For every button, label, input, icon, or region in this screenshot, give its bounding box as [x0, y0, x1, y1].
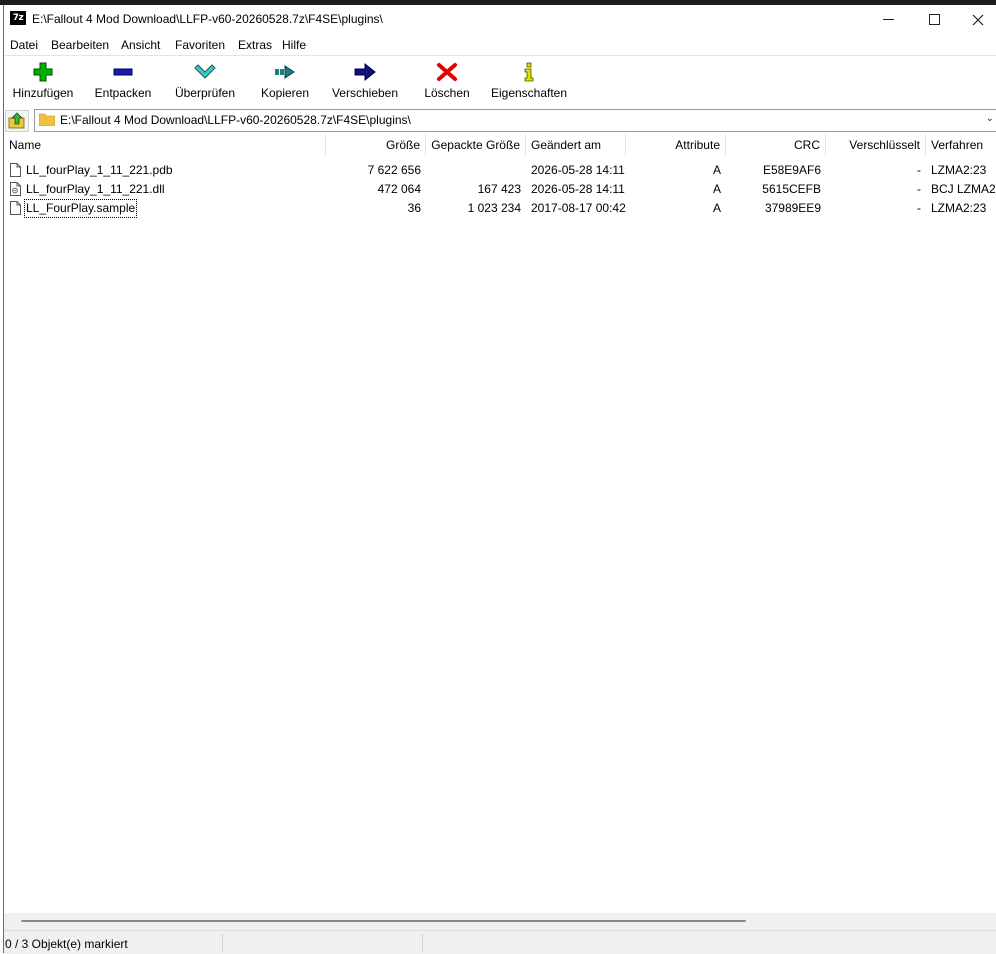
- move-arrow-icon: [354, 62, 376, 82]
- check-chevron-icon: [194, 64, 216, 79]
- cell-size: 472 064: [377, 182, 421, 196]
- cell-method: BCJ LZMA2:23: [931, 182, 996, 196]
- menu-favoriten[interactable]: Favoriten: [175, 38, 225, 52]
- cell-modified: 2026-05-28 14:11: [531, 182, 625, 196]
- column-header-modified[interactable]: Geändert am: [526, 134, 626, 156]
- menu-datei[interactable]: Datei: [10, 38, 38, 52]
- column-header-method[interactable]: Verfahren: [926, 134, 996, 156]
- cell-attributes: A: [712, 163, 721, 177]
- column-header-packed-size[interactable]: Gepackte Größe: [426, 134, 526, 156]
- menu-bearbeiten[interactable]: Bearbeiten: [51, 38, 109, 52]
- minimize-icon: [882, 19, 894, 20]
- scrollbar-thumb[interactable]: [21, 920, 746, 922]
- cell-packed-size: 1 023 234: [467, 201, 521, 215]
- cell-crc: E58E9AF6: [762, 163, 821, 177]
- cell-packed-size: 167 423: [477, 182, 521, 196]
- cell-name: LL_fourPlay_1_11_221.dll: [4, 180, 326, 199]
- address-field[interactable]: E:\Fallout 4 Mod Download\LLFP-v60-20260…: [34, 109, 996, 132]
- up-folder-button[interactable]: [5, 110, 29, 132]
- delete-label: Löschen: [424, 86, 470, 100]
- minus-icon: [113, 68, 133, 76]
- status-divider: [222, 934, 223, 952]
- copy-arrow-icon: [275, 65, 295, 79]
- file-name: LL_fourPlay_1_11_221.dll: [26, 182, 165, 196]
- menu-hilfe[interactable]: Hilfe: [282, 38, 306, 52]
- file-icon: [10, 201, 21, 215]
- delete-x-icon: [437, 63, 457, 81]
- menu-extras[interactable]: Extras: [238, 38, 272, 52]
- extract-button[interactable]: Entpacken: [88, 56, 158, 108]
- column-header-crc[interactable]: CRC: [726, 134, 826, 156]
- cell-method: LZMA2:23: [931, 163, 987, 177]
- toolbar: Hinzufügen Entpacken Überprüfen Kopieren: [4, 56, 996, 109]
- move-label: Verschieben: [331, 86, 399, 100]
- minimize-button[interactable]: [865, 5, 911, 34]
- selection-status: 0 / 3 Objekt(e) markiert: [5, 937, 128, 951]
- cell-name: LL_FourPlay.sample: [4, 199, 326, 218]
- cell-attributes: A: [712, 182, 721, 196]
- info-icon: [524, 62, 534, 82]
- chevron-down-icon[interactable]: ⌄: [986, 113, 994, 124]
- extract-label: Entpacken: [94, 86, 152, 100]
- maximize-button[interactable]: [911, 5, 957, 34]
- window-title: E:\Fallout 4 Mod Download\LLFP-v60-20260…: [32, 12, 383, 26]
- folder-icon: [39, 113, 55, 126]
- cell-encrypted: -: [917, 163, 921, 177]
- file-name: LL_fourPlay_1_11_221.pdb: [26, 163, 173, 177]
- column-header-size[interactable]: Größe: [326, 134, 426, 156]
- properties-label: Eigenschaften: [490, 86, 568, 100]
- cell-size: 36: [407, 201, 421, 215]
- menu-bar: Datei Bearbeiten Ansicht Favoriten Extra…: [4, 34, 996, 56]
- delete-button[interactable]: Löschen: [416, 56, 478, 108]
- cell-attributes: A: [712, 201, 721, 215]
- cell-modified: 2017-08-17 00:42: [531, 201, 626, 215]
- file-icon: [10, 163, 21, 177]
- file-list[interactable]: Name Größe Gepackte Größe Geändert am At…: [4, 134, 996, 913]
- test-button[interactable]: Überprüfen: [167, 56, 243, 108]
- file-name: LL_FourPlay.sample: [24, 199, 138, 218]
- move-button[interactable]: Verschieben: [326, 56, 404, 108]
- app-window: 7z E:\Fallout 4 Mod Download\LLFP-v60-20…: [3, 5, 996, 954]
- horizontal-scrollbar[interactable]: [4, 913, 996, 930]
- dll-file-icon: [10, 182, 21, 196]
- properties-button[interactable]: Eigenschaften: [487, 56, 571, 108]
- plus-icon: [33, 62, 53, 82]
- cell-method: LZMA2:23: [931, 201, 987, 215]
- cell-size: 7 622 656: [367, 163, 421, 177]
- column-header-attributes[interactable]: Attribute: [626, 134, 726, 156]
- folder-up-icon: [8, 112, 25, 129]
- table-row[interactable]: LL_FourPlay.sample 36 1 023 234 2017-08-…: [4, 199, 996, 218]
- cell-crc: 37989EE9: [764, 201, 821, 215]
- add-label: Hinzufügen: [12, 86, 74, 100]
- cell-modified: 2026-05-28 14:11: [531, 163, 625, 177]
- status-bar: 0 / 3 Objekt(e) markiert: [4, 930, 996, 954]
- close-button[interactable]: [955, 5, 996, 34]
- table-row[interactable]: LL_fourPlay_1_11_221.dll 472 064 167 423…: [4, 180, 996, 199]
- title-bar[interactable]: 7z E:\Fallout 4 Mod Download\LLFP-v60-20…: [4, 5, 996, 34]
- test-label: Überprüfen: [174, 86, 236, 100]
- address-bar: E:\Fallout 4 Mod Download\LLFP-v60-20260…: [4, 108, 996, 133]
- column-header-row: Name Größe Gepackte Größe Geändert am At…: [4, 134, 996, 156]
- cell-crc: 5615CEFB: [762, 182, 821, 196]
- address-path: E:\Fallout 4 Mod Download\LLFP-v60-20260…: [60, 113, 411, 127]
- cell-packed-size: [426, 161, 526, 180]
- cell-encrypted: -: [917, 182, 921, 196]
- status-divider: [422, 934, 423, 952]
- column-header-encrypted[interactable]: Verschlüsselt: [826, 134, 926, 156]
- close-icon: [972, 14, 984, 25]
- maximize-icon: [928, 14, 940, 25]
- add-button[interactable]: Hinzufügen: [8, 56, 78, 108]
- cell-name: LL_fourPlay_1_11_221.pdb: [4, 161, 326, 180]
- menu-ansicht[interactable]: Ansicht: [121, 38, 160, 52]
- copy-label: Kopieren: [260, 86, 310, 100]
- table-row[interactable]: LL_fourPlay_1_11_221.pdb 7 622 656 2026-…: [4, 161, 996, 180]
- column-header-name[interactable]: Name: [4, 134, 326, 156]
- app-logo-icon: 7z: [10, 11, 26, 25]
- copy-button[interactable]: Kopieren: [252, 56, 318, 108]
- cell-encrypted: -: [917, 201, 921, 215]
